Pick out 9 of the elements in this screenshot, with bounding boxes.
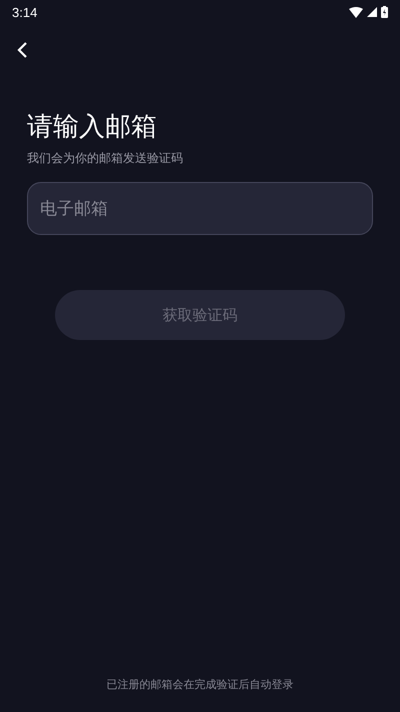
wifi-icon xyxy=(349,6,363,18)
page-subtitle: 我们会为你的邮箱发送验证码 xyxy=(27,150,184,166)
page-title: 请输入邮箱 xyxy=(27,111,158,144)
footer-note: 已注册的邮箱会在完成验证后自动登录 xyxy=(106,677,294,692)
status-time: 3:14 xyxy=(12,4,38,20)
email-field[interactable]: 电子邮箱 xyxy=(27,182,373,235)
battery-icon xyxy=(381,6,388,18)
back-icon xyxy=(16,41,28,59)
signal-icon xyxy=(367,7,377,17)
